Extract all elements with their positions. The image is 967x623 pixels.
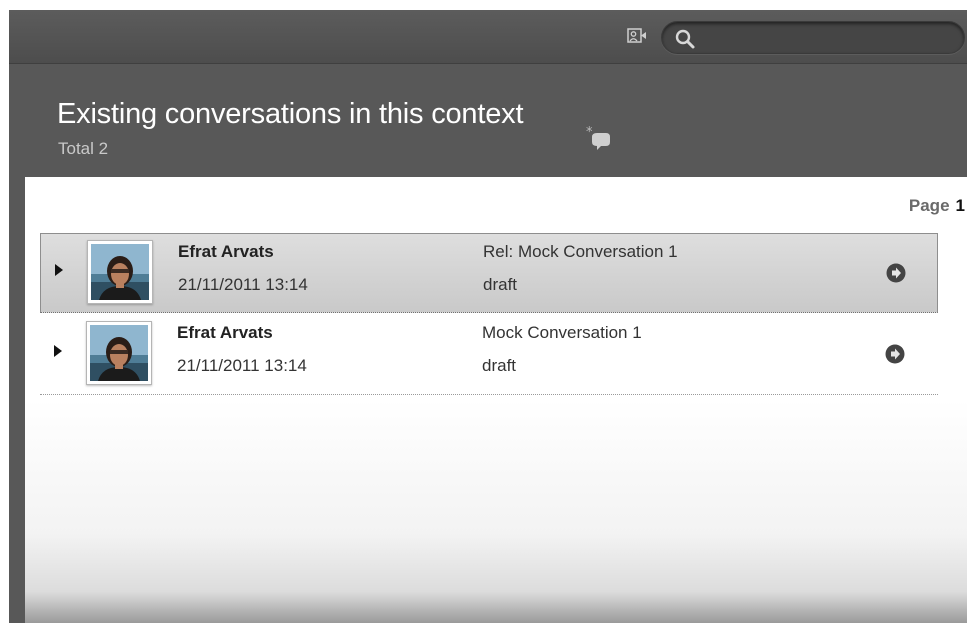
avatar <box>86 321 152 385</box>
conversation-list-panel: Page 1 Efrat Arvats 21/11/2011 13:14 Rel:… <box>25 177 967 623</box>
conversation-row[interactable]: Efrat Arvats 21/11/2011 13:14 Rel: Mock … <box>40 233 938 313</box>
expand-arrow-icon[interactable] <box>55 264 63 276</box>
conversation-status: draft <box>482 356 517 375</box>
avatar <box>87 240 153 304</box>
page-title: Existing conversations in this context <box>57 98 524 130</box>
author-name: Efrat Arvats <box>178 242 274 261</box>
search-icon <box>675 29 695 49</box>
new-conversation-icon[interactable]: * <box>584 125 614 153</box>
search-input[interactable] <box>702 27 957 49</box>
page-label: Page <box>908 196 950 215</box>
page-number[interactable]: 1 <box>956 196 965 215</box>
conversation-date: 21/11/2011 13:14 <box>178 275 308 294</box>
total-count: Total 2 <box>58 139 109 158</box>
conversations-window: Existing conversations in this context T… <box>9 10 967 623</box>
conversation-subject[interactable]: Mock Conversation 1 <box>482 323 642 343</box>
conversation-subject[interactable]: Rel: Mock Conversation 1 <box>483 242 678 262</box>
expand-arrow-icon[interactable] <box>54 345 62 357</box>
open-conversation-icon[interactable] <box>885 262 907 284</box>
svg-text:*: * <box>586 125 593 140</box>
author-name: Efrat Arvats <box>177 323 273 342</box>
conversation-row[interactable]: Efrat Arvats 21/11/2011 13:14 Mock Conve… <box>40 315 938 395</box>
conversation-date: 21/11/2011 13:14 <box>177 356 307 375</box>
pager: Page 1 <box>909 196 965 216</box>
top-toolbar <box>9 10 967 64</box>
page-header: Existing conversations in this context T… <box>9 65 967 177</box>
search-box[interactable] <box>661 21 965 54</box>
open-conversation-icon[interactable] <box>884 343 906 365</box>
video-call-icon[interactable] <box>627 27 647 45</box>
conversation-status: draft <box>483 275 518 294</box>
